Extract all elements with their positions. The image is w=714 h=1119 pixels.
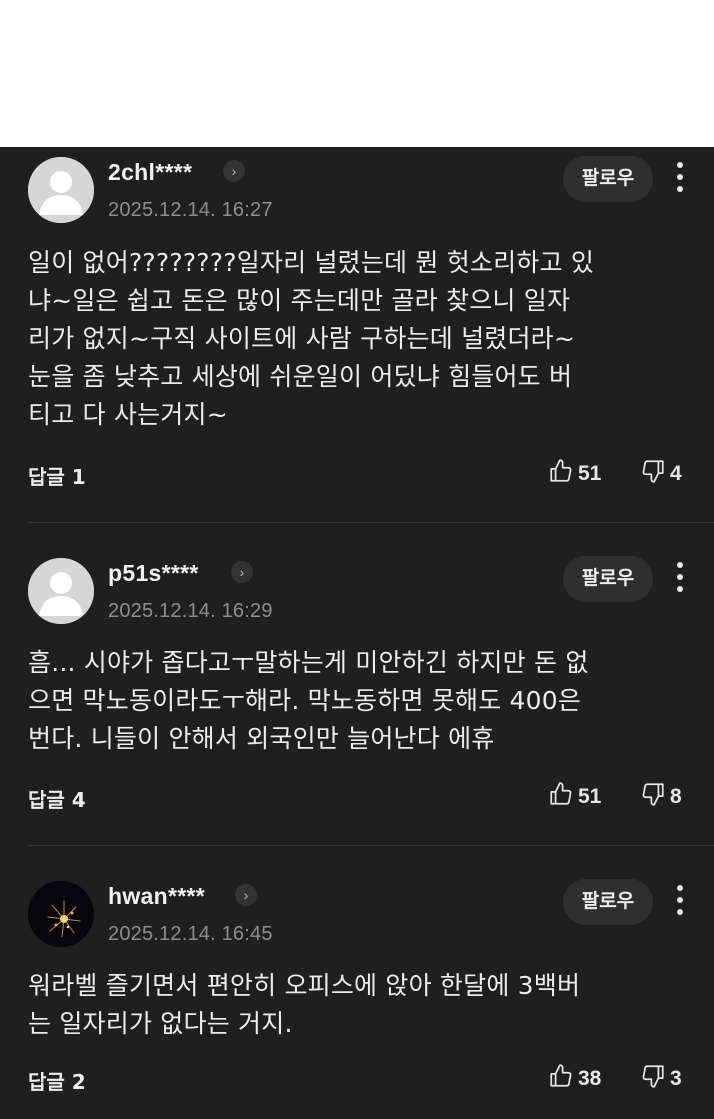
replies-button[interactable]: 답글 2 <box>28 1066 86 1095</box>
replies-button[interactable]: 답글 4 <box>28 784 86 813</box>
comment-text-line: 는 일자리가 없다는 거지. <box>28 1009 293 1038</box>
chevron-right-icon[interactable]: › <box>235 884 257 906</box>
comment-feed: 2chl**** › 2025.12.14. 16:27 팔로우 일이 없어??… <box>0 147 714 1119</box>
dislike-count: 8 <box>670 785 682 808</box>
follow-button[interactable]: 팔로우 <box>563 879 653 925</box>
comment-text: 워라벨 즐기면서 편안히 오피스에 앉아 한달에 3백버 는 일자리가 없다는 … <box>28 967 668 1043</box>
fireworks-avatar-icon <box>28 881 94 947</box>
follow-button[interactable]: 팔로우 <box>563 156 653 202</box>
more-vertical-icon[interactable] <box>670 885 690 921</box>
comment-text-line: 눈을 좀 낮추고 세상에 쉬운일이 어딨냐 힘들어도 버 <box>28 362 573 391</box>
replies-button[interactable]: 답글 1 <box>28 461 86 490</box>
chevron-right-icon[interactable]: › <box>223 160 245 182</box>
comment-text-line: 흠... 시야가 좁다고ㅜ말하는게 미안하긴 하지만 돈 없 <box>28 648 589 677</box>
comment-item: hwan**** › 2025.12.14. 16:45 팔로우 워라벨 즐기면… <box>0 870 714 1119</box>
like-button[interactable]: 51 <box>548 781 601 809</box>
thumbs-down-icon <box>642 460 664 483</box>
comment-item: 2chl**** › 2025.12.14. 16:27 팔로우 일이 없어??… <box>0 147 714 517</box>
comment-date: 2025.12.14. 16:45 <box>108 923 273 945</box>
comment-text-line: 냐~일은 쉽고 돈은 많이 주는데만 골라 찾으니 일자 <box>28 286 571 315</box>
follow-button[interactable]: 팔로우 <box>563 556 653 602</box>
thumbs-up-icon <box>550 782 572 805</box>
top-blank-area <box>0 0 714 147</box>
like-button[interactable]: 51 <box>548 458 601 486</box>
like-count: 38 <box>578 1067 602 1090</box>
dislike-button[interactable]: 3 <box>640 1063 682 1091</box>
dislike-count: 3 <box>670 1067 682 1090</box>
comment-text-line: 리가 없지~구직 사이트에 사람 구하는데 널렸더라~ <box>28 324 576 353</box>
comment-text-line: 으면 막노동이라도ㅜ해라. 막노동하면 못해도 400은 <box>28 686 582 715</box>
like-count: 51 <box>578 462 602 485</box>
thumbs-down-icon <box>642 783 664 806</box>
dislike-button[interactable]: 4 <box>640 458 682 486</box>
default-avatar-icon <box>28 157 94 223</box>
like-button[interactable]: 38 <box>548 1063 601 1091</box>
comment-text-line: 워라벨 즐기면서 편안히 오피스에 앉아 한달에 3백버 <box>28 971 581 1000</box>
more-vertical-icon[interactable] <box>670 162 690 198</box>
comment-item: p51s**** › 2025.12.14. 16:29 팔로우 흠... 시야… <box>0 547 714 847</box>
comment-text: 일이 없어????????일자리 널렸는데 뭔 헛소리하고 있 냐~일은 쉽고 … <box>28 244 668 434</box>
thumbs-down-icon <box>642 1065 664 1088</box>
dislike-button[interactable]: 8 <box>640 781 682 809</box>
comment-date: 2025.12.14. 16:29 <box>108 600 273 622</box>
comment-date: 2025.12.14. 16:27 <box>108 199 273 221</box>
chevron-right-icon[interactable]: › <box>231 561 253 583</box>
comment-author[interactable]: hwan**** <box>108 883 205 910</box>
default-avatar-icon <box>28 558 94 624</box>
more-vertical-icon[interactable] <box>670 562 690 598</box>
comment-author[interactable]: 2chl**** <box>108 159 192 186</box>
avatar[interactable] <box>28 157 94 223</box>
dislike-count: 4 <box>670 462 682 485</box>
comment-author[interactable]: p51s**** <box>108 560 199 587</box>
comment-text-line: 번다. 니들이 안해서 외국인만 늘어난다 에휴 <box>28 724 495 753</box>
like-count: 51 <box>578 785 602 808</box>
comment-text-line: 일이 없어????????일자리 널렸는데 뭔 헛소리하고 있 <box>28 248 595 277</box>
comment-text: 흠... 시야가 좁다고ㅜ말하는게 미안하긴 하지만 돈 없 으면 막노동이라도… <box>28 644 668 758</box>
avatar[interactable] <box>28 558 94 624</box>
avatar[interactable] <box>28 881 94 947</box>
divider <box>28 845 714 846</box>
thumbs-up-icon <box>550 1064 572 1087</box>
comment-text-line: 티고 다 사는거지~ <box>28 400 228 429</box>
thumbs-up-icon <box>550 459 572 482</box>
divider <box>28 522 714 523</box>
